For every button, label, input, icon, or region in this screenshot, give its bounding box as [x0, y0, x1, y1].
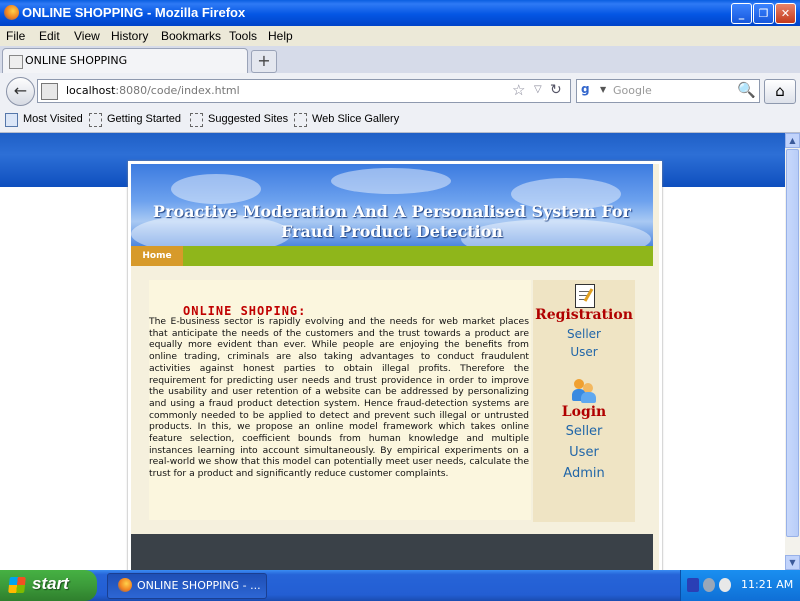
register-user-link[interactable]: User [533, 345, 635, 359]
registration-heading: Registration [535, 307, 633, 323]
window-title-bar[interactable]: ONLINE SHOPPING - Mozilla Firefox _ ❐ ✕ [0, 0, 800, 26]
taskbar-item-label: ONLINE SHOPPING - ... [137, 579, 261, 592]
google-engine-icon[interactable]: g [581, 82, 597, 98]
bookmark-page-icon [294, 113, 307, 127]
login-heading: Login [561, 404, 607, 420]
vertical-scrollbar[interactable]: ▲ ▼ [785, 133, 800, 570]
page-icon [9, 55, 23, 69]
menu-edit[interactable]: Edit [39, 29, 60, 43]
scroll-thumb[interactable] [786, 149, 799, 537]
url-dropdown-icon[interactable]: ▽ [534, 84, 542, 95]
login-user-link[interactable]: User [533, 445, 635, 460]
site-nav: Home [131, 246, 653, 266]
scroll-up-button[interactable]: ▲ [785, 133, 800, 148]
system-tray: 11:21 AM [680, 570, 800, 601]
new-tab-button[interactable]: + [251, 50, 277, 73]
most-visited-icon [5, 113, 18, 127]
bookmark-web-slice-gallery[interactable]: Web Slice Gallery [312, 113, 399, 125]
site-identity-icon[interactable] [41, 83, 58, 100]
sidebar: Registration Seller User Login Seller Us… [533, 280, 635, 522]
bookmark-star-icon[interactable]: ☆ [512, 81, 525, 99]
site-footer [131, 534, 653, 570]
start-label: start [32, 574, 69, 593]
bookmark-page-icon [190, 113, 203, 127]
site-title: Proactive Moderation And A Personalised … [141, 202, 643, 242]
firefox-icon [118, 578, 132, 592]
window-title: ONLINE SHOPPING - Mozilla Firefox [22, 5, 246, 20]
back-button[interactable]: ← [6, 77, 35, 106]
home-button[interactable]: ⌂ [764, 79, 796, 104]
menu-view[interactable]: View [74, 29, 100, 43]
page-viewport[interactable]: Proactive Moderation And A Personalised … [0, 133, 785, 570]
clock: 11:21 AM [741, 578, 794, 591]
site-title-line1: Proactive Moderation And A Personalised … [153, 202, 631, 221]
bookmark-suggested-sites[interactable]: Suggested Sites [208, 113, 288, 125]
minimize-button[interactable]: _ [731, 3, 752, 24]
bookmark-most-visited[interactable]: Most Visited [23, 113, 83, 125]
menu-file[interactable]: File [6, 29, 25, 43]
search-bar[interactable]: g ▼ Google 🔍 [576, 79, 760, 103]
menu-history[interactable]: History [111, 29, 148, 43]
start-button[interactable]: start [0, 570, 97, 601]
windows-logo-icon [8, 577, 26, 593]
site-container: Proactive Moderation And A Personalised … [128, 161, 662, 570]
scroll-down-button[interactable]: ▼ [785, 555, 800, 570]
bookmarks-toolbar: Most Visited Getting Started Suggested S… [0, 108, 800, 133]
content-paragraph: The E-business sector is rapidly evolvin… [149, 316, 529, 480]
firefox-icon [4, 5, 19, 20]
restore-button[interactable]: ❐ [753, 3, 774, 24]
search-input[interactable]: Google [613, 84, 652, 97]
menu-bar: File Edit View History Bookmarks Tools H… [0, 26, 800, 46]
bookmark-page-icon [89, 113, 102, 127]
tab-bar: ONLINE SHOPPING + [0, 46, 800, 74]
navigation-toolbar: ← localhost:8080/code/index.html ☆ ▽ ↻ g… [0, 73, 800, 108]
tab-online-shopping[interactable]: ONLINE SHOPPING [2, 48, 248, 74]
site-title-line2: Fraud Product Detection [280, 222, 504, 241]
login-admin-link[interactable]: Admin [533, 466, 635, 481]
tray-icon[interactable] [703, 578, 715, 592]
taskbar-item-firefox[interactable]: ONLINE SHOPPING - ... [107, 573, 267, 599]
close-button[interactable]: ✕ [775, 3, 796, 24]
url-path: :8080/code/index.html [115, 84, 240, 97]
users-icon [572, 379, 596, 403]
taskbar: start ONLINE SHOPPING - ... 11:21 AM [0, 570, 800, 601]
main-content: ONLINE SHOPING: The E-business sector is… [149, 280, 531, 520]
site-banner: Proactive Moderation And A Personalised … [131, 164, 653, 246]
volume-icon[interactable] [719, 578, 731, 592]
notepad-icon [575, 284, 595, 308]
menu-help[interactable]: Help [268, 29, 293, 43]
menu-bookmarks[interactable]: Bookmarks [161, 29, 221, 43]
bookmark-getting-started[interactable]: Getting Started [107, 113, 181, 125]
search-icon[interactable]: 🔍 [737, 81, 756, 99]
url-host: localhost [66, 84, 116, 97]
register-seller-link[interactable]: Seller [533, 327, 635, 341]
tab-title: ONLINE SHOPPING [25, 54, 128, 67]
url-text[interactable]: localhost:8080/code/index.html [66, 84, 240, 97]
engine-dropdown-icon[interactable]: ▼ [600, 85, 606, 94]
menu-tools[interactable]: Tools [229, 29, 257, 43]
login-seller-link[interactable]: Seller [533, 424, 635, 439]
nav-home-link[interactable]: Home [131, 246, 183, 266]
reload-icon[interactable]: ↻ [550, 82, 562, 98]
tray-icon[interactable] [687, 578, 699, 592]
url-bar[interactable]: localhost:8080/code/index.html ☆ ▽ ↻ [37, 79, 571, 103]
